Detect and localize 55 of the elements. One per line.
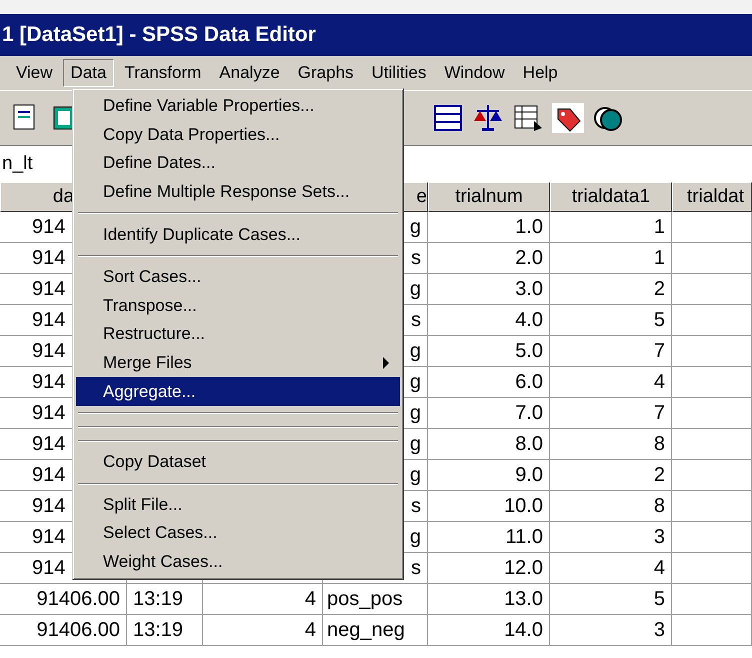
cell-name: n_lt — [1, 153, 33, 175]
table-cell: 2 — [550, 460, 672, 491]
table-cell: 7 — [550, 398, 672, 429]
table-cell: pos_pos — [323, 584, 428, 615]
table-cell: 13:19 — [127, 584, 203, 615]
menu-title[interactable]: Utilities — [364, 59, 434, 87]
table-cell: 5 — [550, 305, 672, 336]
tag-icon[interactable] — [552, 101, 584, 135]
table-cell: 7.0 — [428, 398, 550, 429]
menu-title[interactable]: Help — [514, 59, 566, 87]
table-cell: 14.0 — [428, 615, 550, 646]
table-cell: 2 — [550, 274, 672, 305]
table-cell: 7 — [550, 336, 672, 367]
column-header[interactable]: trialdata1 — [550, 182, 672, 212]
table-cell: 6.0 — [428, 367, 550, 398]
menu-title[interactable]: View — [8, 59, 61, 87]
table-cell: 5 — [550, 584, 672, 615]
menu-item[interactable]: Define Dates... — [76, 149, 400, 178]
window-title: 1 [DataSet1] - SPSS Data Editor — [1, 23, 316, 47]
table-cell: 2.0 — [428, 243, 550, 274]
table-cell: neg_neg — [323, 615, 428, 646]
table-cell: 5.0 — [428, 336, 550, 367]
menu-item[interactable]: Define Variable Properties... — [76, 92, 400, 121]
table-cell: 91406.00 — [0, 584, 127, 615]
table-cell: 3.0 — [428, 274, 550, 305]
table-cell: 13.0 — [428, 584, 550, 615]
table-cell: 1 — [550, 212, 672, 243]
table-cell: 91406.00 — [0, 615, 127, 646]
menu-title[interactable]: Analyze — [211, 59, 288, 87]
menu-title[interactable]: Transform — [116, 59, 210, 87]
table-cell: 8 — [550, 429, 672, 460]
table-cell: 13:19 — [127, 615, 203, 646]
table-cell: 4 — [203, 615, 323, 646]
menu-title[interactable]: Data — [62, 59, 114, 87]
menu-item[interactable]: Copy Data Properties... — [76, 120, 400, 150]
menu-item[interactable]: Aggregate... — [76, 377, 400, 406]
table-cell: 4.0 — [428, 305, 550, 336]
table-cell: 3 — [550, 615, 672, 646]
table-cell: 10.0 — [428, 491, 550, 522]
table-cell: 4 — [550, 367, 672, 398]
column-header[interactable]: trialnum — [428, 182, 550, 212]
table-cell: 3 — [550, 522, 672, 553]
table-cell: 4 — [203, 584, 323, 615]
menu-title[interactable]: Graphs — [290, 59, 362, 87]
table-cell: 4 — [550, 553, 672, 584]
table-cell: 1.0 — [428, 212, 550, 243]
column-header[interactable]: trialdat — [672, 182, 752, 212]
table-cell: 1 — [550, 243, 672, 274]
table-cell: 12.0 — [428, 553, 550, 584]
table-cell: 9.0 — [428, 460, 550, 491]
table-cell: 11.0 — [428, 522, 550, 553]
menu-title[interactable]: Window — [436, 59, 513, 87]
table-cell: 8 — [550, 491, 672, 522]
table-cell: 8.0 — [428, 429, 550, 460]
submenu-arrow-icon — [382, 357, 390, 370]
